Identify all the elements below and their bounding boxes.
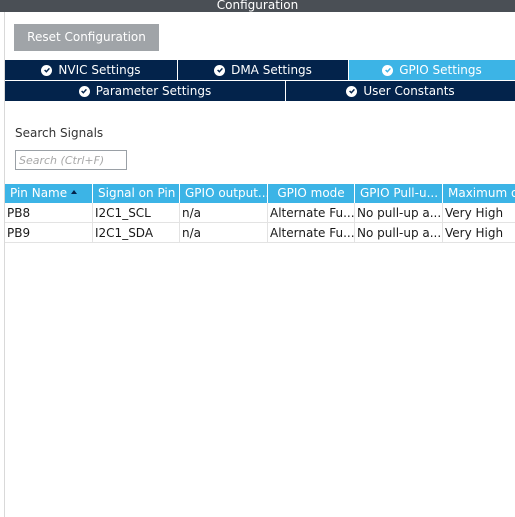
column-header-maximum-output-speed[interactable]: Maximum o (443, 184, 515, 203)
tab-label: NVIC Settings (58, 63, 141, 77)
cell-gpio-pull: No pull-up a... (355, 203, 443, 223)
reset-configuration-button[interactable]: Reset Configuration (14, 24, 159, 51)
window-title: Configuration (0, 0, 515, 12)
tab-parameter-settings[interactable]: Parameter Settings (5, 81, 286, 101)
cell-pin-name: PB8 (5, 203, 93, 223)
tab-label: User Constants (363, 84, 455, 98)
table-row[interactable]: PB9 I2C1_SDA n/a Alternate Fu... No pull… (5, 223, 515, 243)
gpio-pin-table: Pin Name Signal on Pin GPIO output... GP… (5, 184, 515, 243)
tab-row-primary: NVIC Settings DMA Settings GPIO Settings (5, 60, 515, 80)
search-signals-label: Search Signals (15, 126, 104, 140)
tab-dma-settings[interactable]: DMA Settings (178, 60, 349, 80)
tab-gpio-settings[interactable]: GPIO Settings (349, 60, 515, 80)
cell-gpio-mode: Alternate Fu... (268, 223, 355, 243)
tab-nvic-settings[interactable]: NVIC Settings (5, 60, 178, 80)
cell-signal: I2C1_SCL (93, 203, 180, 223)
cell-pin-name: PB9 (5, 223, 93, 243)
tab-row-secondary: Parameter Settings User Constants (5, 81, 515, 101)
sort-ascending-icon (71, 189, 78, 194)
check-circle-icon (214, 64, 226, 76)
check-circle-icon (41, 64, 53, 76)
cell-signal: I2C1_SDA (93, 223, 180, 243)
cell-gpio-output: n/a (180, 223, 268, 243)
check-circle-icon (78, 85, 90, 97)
table-row[interactable]: PB8 I2C1_SCL n/a Alternate Fu... No pull… (5, 203, 515, 223)
cell-gpio-mode: Alternate Fu... (268, 203, 355, 223)
column-header-gpio-mode[interactable]: GPIO mode (268, 184, 355, 203)
cell-gpio-output: n/a (180, 203, 268, 223)
tab-label: Parameter Settings (95, 84, 212, 98)
cell-max-speed: Very High (445, 206, 504, 220)
cell-max-speed: Very High (445, 226, 504, 240)
table-header: Pin Name Signal on Pin GPIO output... GP… (5, 184, 515, 203)
check-circle-icon (382, 64, 394, 76)
column-header-pin-name[interactable]: Pin Name (5, 184, 93, 203)
tab-label: GPIO Settings (399, 63, 482, 77)
tab-label: DMA Settings (231, 63, 312, 77)
cell-gpio-pull: No pull-up a... (355, 223, 443, 243)
column-header-gpio-output[interactable]: GPIO output... (180, 184, 268, 203)
check-circle-icon (346, 85, 358, 97)
search-input[interactable] (15, 150, 127, 170)
column-header-signal-on-pin[interactable]: Signal on Pin (93, 184, 180, 203)
column-header-gpio-pull[interactable]: GPIO Pull-u... (355, 184, 443, 203)
tab-user-constants[interactable]: User Constants (286, 81, 515, 101)
